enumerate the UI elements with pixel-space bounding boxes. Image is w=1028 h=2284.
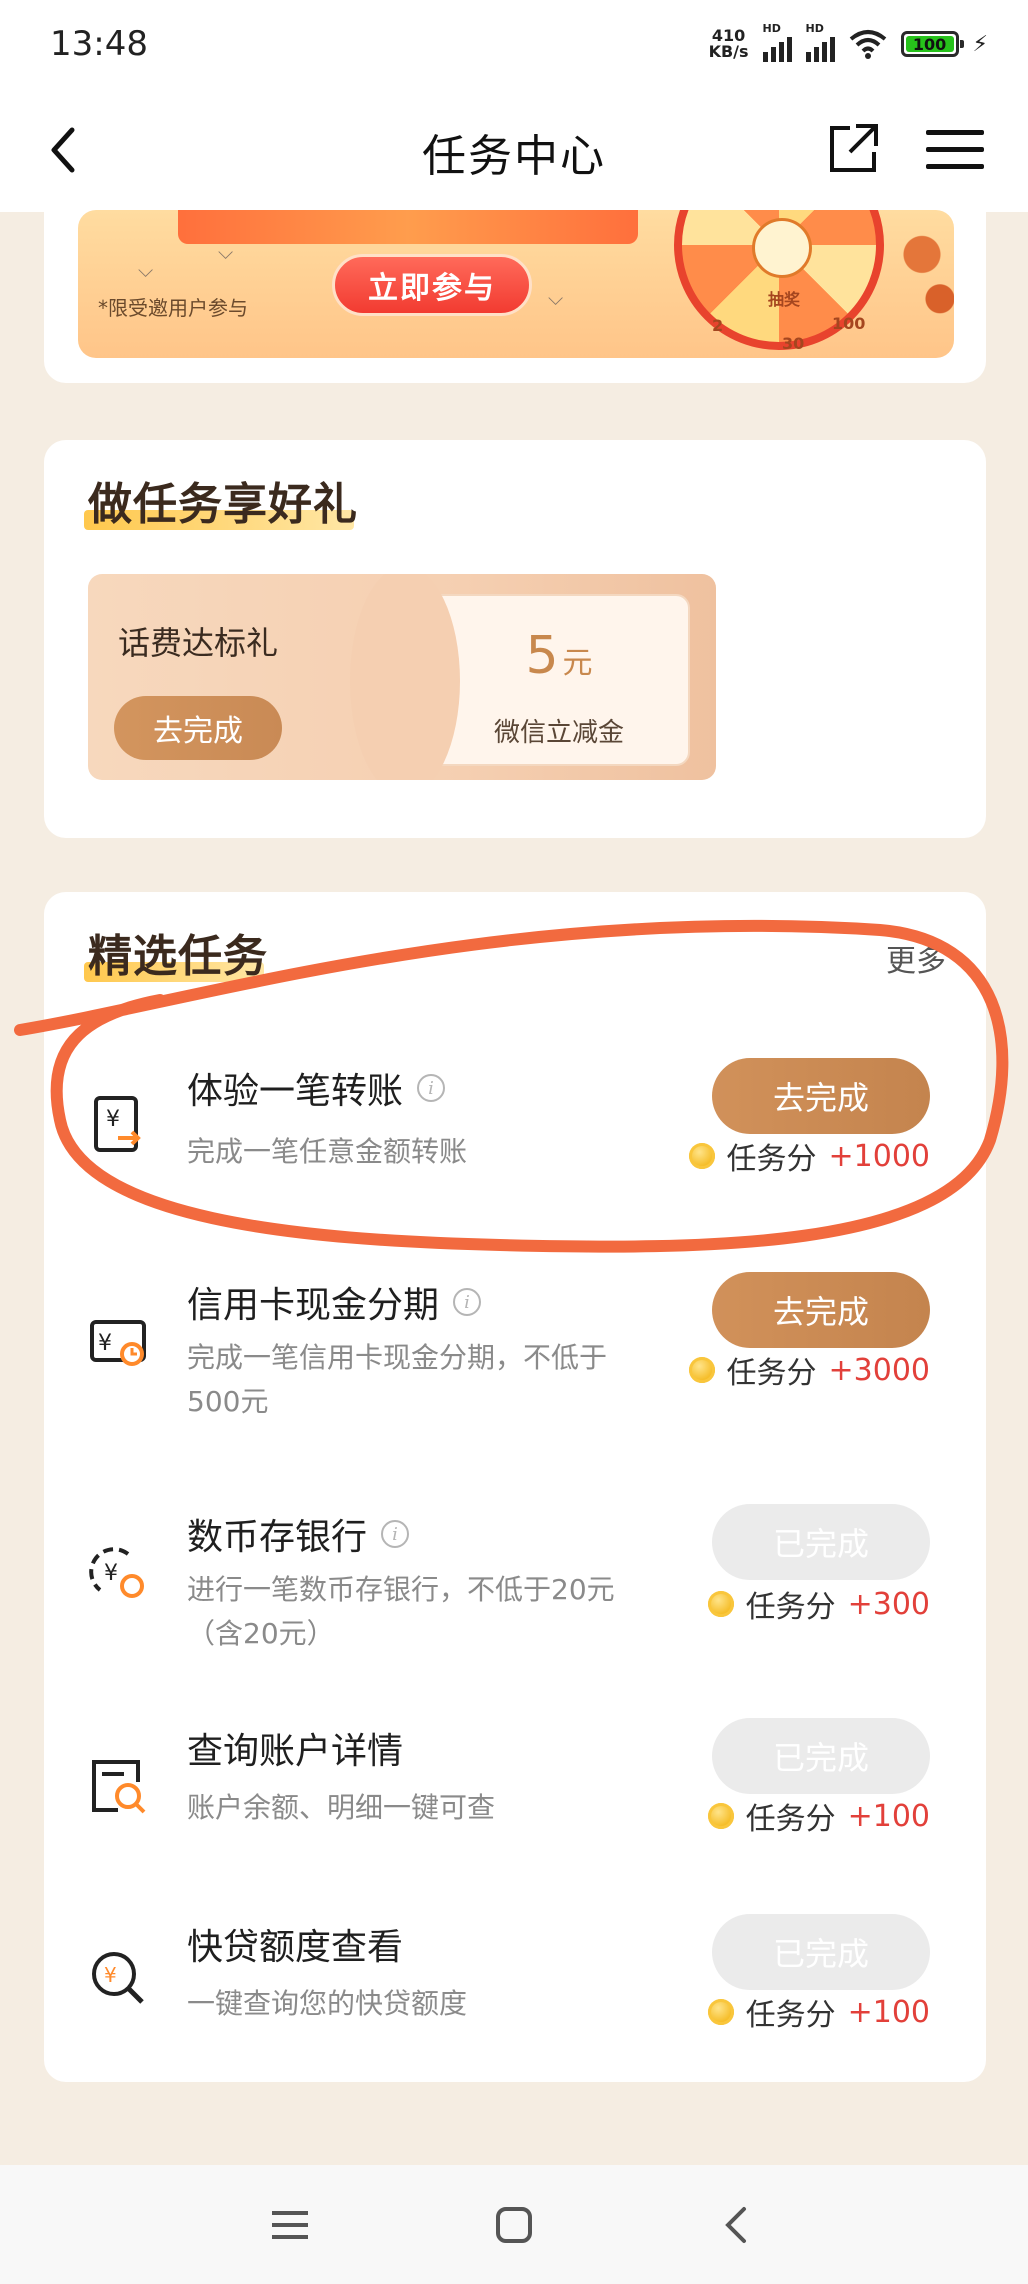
task-subtitle: 完成一笔信用卡现金分期，不低于500元 (187, 1341, 608, 1418)
wifi-icon (849, 30, 886, 59)
wheel-label: 2 (712, 316, 724, 335)
task-reward: 任务分 +300 (707, 1582, 930, 1626)
bird-icon: ⌵ (138, 258, 154, 282)
task-reward: 任务分 +3000 (688, 1348, 930, 1392)
svg-text:¥: ¥ (104, 1963, 117, 1987)
svg-text:¥: ¥ (98, 1331, 112, 1356)
signal-hd-label: HD (762, 22, 781, 35)
signal-hd-label-2: HD (805, 22, 824, 35)
svg-text:¥: ¥ (104, 1561, 118, 1586)
reward-label: 任务分 (726, 1356, 817, 1391)
coupon: 5元 微信立减金 (350, 574, 690, 780)
bird-icon: ⌵ (218, 240, 234, 264)
bird-icon: ⌵ (548, 286, 564, 310)
coin-icon (688, 1143, 715, 1169)
reward-label: 任务分 (726, 1142, 817, 1177)
status-bar: 13:48 410 KB/s HD HD 100 ⚡ (0, 0, 1028, 92)
coupon-desc: 微信立减金 (493, 718, 624, 748)
account-search-icon (92, 1760, 146, 1814)
reward-points: +100 (847, 1994, 930, 2030)
coin-icon (688, 1357, 715, 1383)
promo-banner[interactable]: ⌵ ⌵ ⌵ *限受邀用户参与 立即参与 抽奖 2 100 30 (78, 210, 954, 358)
go-complete-button[interactable]: 去完成 (712, 1058, 930, 1134)
coin-icon (707, 1591, 734, 1617)
reward-points: +100 (847, 1798, 930, 1834)
task-title: 查询账户详情 (187, 1731, 404, 1772)
reward-label: 任务分 (745, 1590, 836, 1625)
wheel-label: 抽奖 (768, 290, 801, 309)
tasks-card: 精选任务 更多 ¥ 体验一笔转账 i 完成一笔任意金额转账 去完成 任务分 +1… (44, 892, 986, 2082)
info-icon[interactable]: i (417, 1074, 446, 1102)
digital-currency-icon: ¥ (89, 1547, 144, 1598)
system-nav-bar (0, 2165, 1028, 2284)
reward-label: 任务分 (745, 1998, 836, 2033)
go-complete-button[interactable]: 去完成 (712, 1272, 930, 1348)
banner-card: ⌵ ⌵ ⌵ *限受邀用户参与 立即参与 抽奖 2 100 30 (44, 180, 986, 383)
task-subtitle: 账户余额、明细一键可查 (187, 1791, 496, 1824)
signal-icon-2: HD (805, 22, 835, 62)
gift-card: 做任务享好礼 话费达标礼 去完成 5元 微信立减金 (44, 440, 986, 838)
gift-go-complete-button[interactable]: 去完成 (114, 696, 282, 760)
share-icon[interactable] (826, 122, 880, 176)
tasks-section-title: 精选任务 (84, 920, 268, 984)
signal-icon: HD (762, 22, 792, 62)
transfer-icon: ¥ (94, 1096, 141, 1152)
banner-header-strip (178, 210, 638, 244)
task-subtitle: 进行一笔数币存银行，不低于20元（含20元） (187, 1573, 615, 1650)
home-icon[interactable] (492, 2203, 536, 2247)
task-title: 体验一笔转账 i (187, 1062, 446, 1114)
status-icons: 410 KB/s HD HD 100 ⚡ (709, 22, 988, 62)
lucky-wheel-image: 抽奖 2 100 30 (674, 210, 884, 353)
svg-text:¥: ¥ (106, 1107, 120, 1132)
net-speed: 410 KB/s (709, 28, 749, 60)
net-speed-unit: KB/s (708, 42, 749, 61)
completed-button: 已完成 (712, 1504, 930, 1580)
loan-search-icon: ¥ (92, 1952, 144, 2004)
task-title: 数币存银行 i (187, 1508, 410, 1560)
autumn-leaves-decoration (898, 210, 954, 358)
task-subtitle: 完成一笔任意金额转账 (187, 1135, 468, 1168)
charging-icon: ⚡ (972, 31, 988, 57)
card-installment-icon: ¥ (90, 1320, 146, 1366)
completed-button: 已完成 (712, 1718, 930, 1794)
coin-icon (707, 1999, 734, 2025)
back-icon[interactable] (716, 2203, 760, 2247)
reward-points: +1000 (828, 1138, 930, 1174)
task-subtitle: 一键查询您的快贷额度 (187, 1987, 468, 2020)
banner-note: *限受邀用户参与 (98, 296, 248, 320)
battery-icon: 100 (900, 31, 964, 57)
recent-apps-icon[interactable] (268, 2203, 312, 2247)
info-icon[interactable]: i (453, 1288, 482, 1316)
wheel-label: 30 (782, 334, 805, 353)
gift-item[interactable]: 话费达标礼 去完成 5元 微信立减金 (88, 574, 716, 780)
reward-label: 任务分 (745, 1802, 836, 1837)
reward-points: +3000 (828, 1352, 930, 1388)
task-reward: 任务分 +100 (707, 1794, 930, 1838)
gift-section-title: 做任务享好礼 (84, 468, 358, 532)
coupon-amount-number: 5 (525, 626, 559, 686)
task-title: 快贷额度查看 (187, 1927, 404, 1968)
coupon-amount: 5元 (430, 626, 688, 686)
join-now-button[interactable]: 立即参与 (332, 254, 532, 316)
battery-level: 100 (912, 34, 947, 54)
task-reward: 任务分 +100 (707, 1990, 930, 2034)
coupon-amount-unit: 元 (562, 646, 593, 681)
info-icon[interactable]: i (381, 1520, 410, 1548)
wheel-label: 100 (832, 314, 866, 333)
coin-icon (707, 1803, 734, 1829)
reward-points: +300 (847, 1586, 930, 1622)
gift-name: 话费达标礼 (118, 624, 279, 662)
task-title: 信用卡现金分期 i (187, 1276, 482, 1328)
task-reward: 任务分 +1000 (688, 1134, 930, 1178)
menu-icon[interactable] (924, 126, 986, 174)
more-link[interactable]: 更多 (886, 936, 946, 980)
status-time: 13:48 (50, 24, 148, 64)
completed-button: 已完成 (712, 1914, 930, 1990)
